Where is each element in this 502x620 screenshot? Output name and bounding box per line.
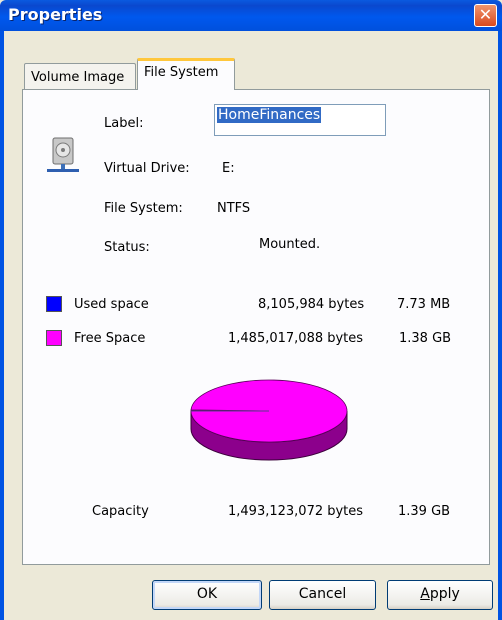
capacity-bytes: 1,493,123,072 bytes: [228, 504, 364, 519]
status-caption: Status:: [104, 240, 150, 255]
used-space-swatch: [46, 296, 62, 312]
label-caption: Label:: [104, 116, 144, 131]
used-space-label: Used space: [74, 297, 149, 312]
hard-drive-icon: [47, 137, 79, 172]
virtual-drive-caption: Virtual Drive:: [104, 161, 190, 176]
tab-volume-image[interactable]: Volume Image: [24, 63, 136, 89]
cancel-button[interactable]: Cancel: [269, 580, 376, 610]
capacity-size: 1.39 GB: [398, 504, 451, 519]
window-frame-right: [498, 31, 502, 620]
tab-panel-file-system: [22, 89, 490, 565]
window-frame-left: [0, 31, 4, 620]
free-space-label: Free Space: [74, 331, 146, 346]
apply-button[interactable]: Apply: [387, 580, 493, 610]
used-space-bytes: 8,105,984 bytes: [258, 297, 365, 312]
free-space-swatch: [46, 330, 62, 346]
free-space-size: 1.38 GB: [399, 331, 452, 346]
disk-usage-pie-chart: [190, 379, 348, 461]
label-input-value: HomeFinances: [217, 107, 322, 123]
title-bar[interactable]: Properties ✕: [0, 0, 502, 31]
capacity-label: Capacity: [92, 504, 149, 519]
file-system-value: NTFS: [217, 201, 251, 216]
close-button[interactable]: ✕: [474, 4, 497, 27]
window-title: Properties: [8, 5, 103, 24]
free-space-bytes: 1,485,017,088 bytes: [228, 331, 364, 346]
ok-button[interactable]: OK: [152, 580, 262, 610]
virtual-drive-value: E:: [222, 161, 235, 176]
label-input[interactable]: HomeFinances: [214, 104, 386, 136]
tab-file-system[interactable]: File System: [137, 58, 235, 90]
file-system-caption: File System:: [104, 201, 183, 216]
used-space-size: 7.73 MB: [397, 297, 451, 312]
status-value: Mounted.: [259, 237, 321, 252]
